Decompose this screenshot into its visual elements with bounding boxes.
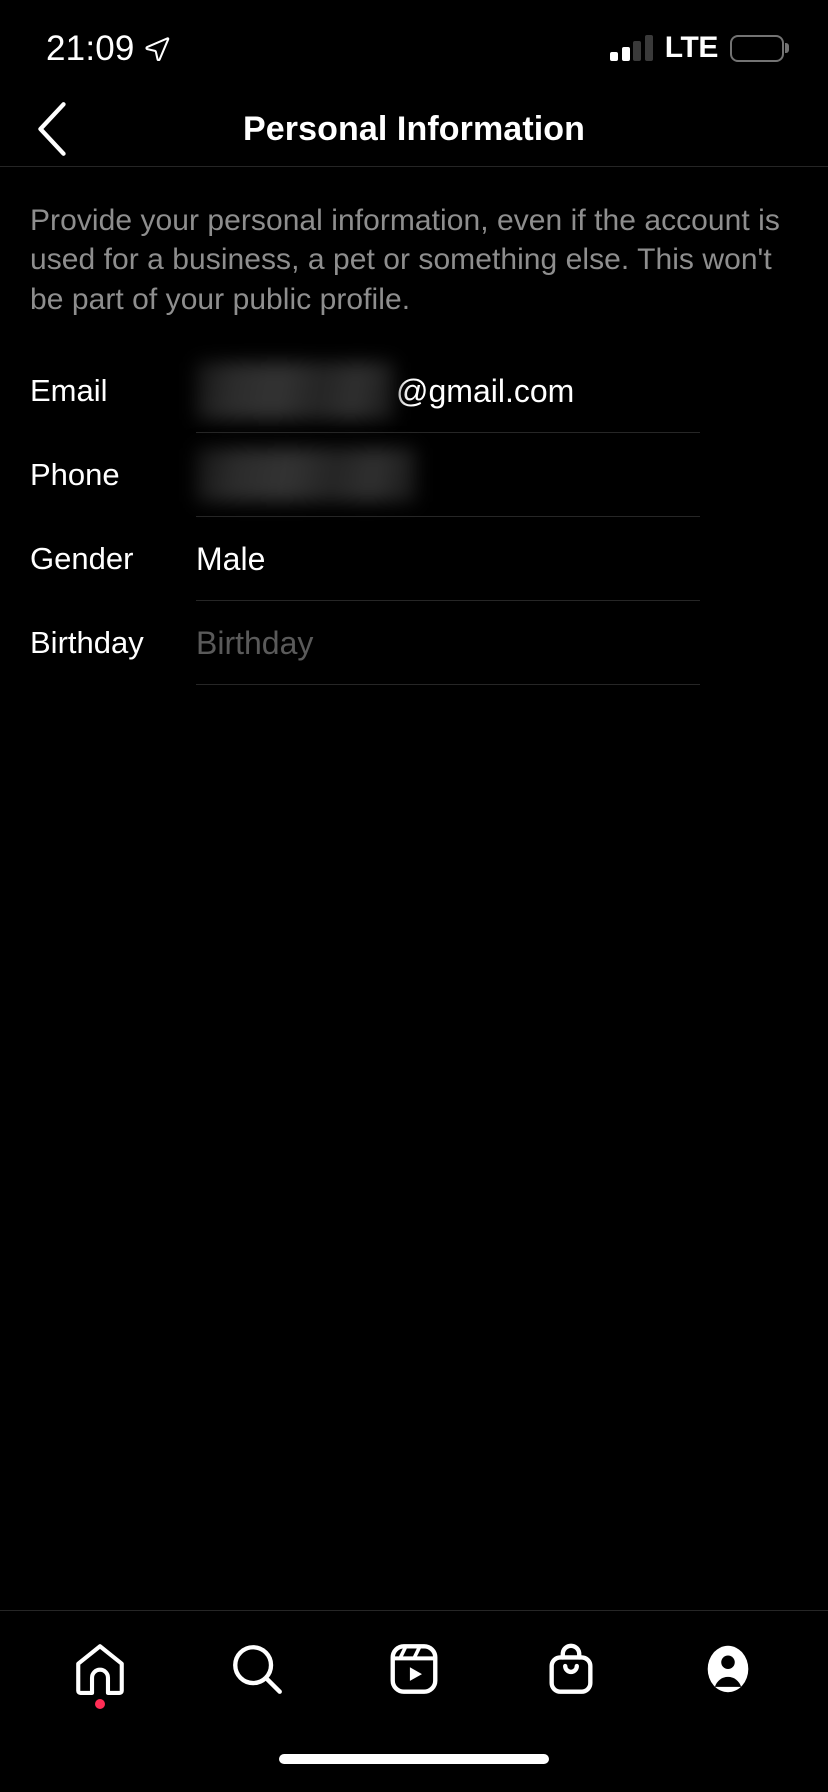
field-control-phone[interactable] [196,433,828,517]
personal-information-form: Email @gmail.com Phone Gender Male Birth… [0,349,828,685]
reels-icon [390,1643,438,1694]
battery-icon [730,34,789,62]
field-row-phone[interactable]: Phone [30,433,828,517]
location-arrow-icon [144,35,170,62]
field-value-email: @gmail.com [396,372,575,409]
status-bar: 21:09 LTE [0,0,828,92]
home-indicator-area [0,1726,828,1792]
home-notification-badge [95,1698,106,1709]
field-label-phone: Phone [30,456,120,492]
field-control-email[interactable]: @gmail.com [196,349,828,433]
field-placeholder-birthday: Birthday [196,624,314,661]
bottom-tab-bar [0,1610,828,1726]
field-control-birthday[interactable]: Birthday [196,601,828,685]
cellular-signal-icon [610,35,653,61]
field-row-email[interactable]: Email @gmail.com [30,349,828,433]
profile-avatar-icon [707,1645,748,1692]
search-icon [233,1644,283,1694]
field-label-gender: Gender [30,540,134,576]
status-bar-left: 21:09 [46,27,170,66]
phone-number-redacted [196,447,416,502]
shopping-bag-icon [549,1643,593,1694]
home-indicator[interactable] [279,1754,549,1764]
app-screen: 21:09 LTE Personal Information Provide y… [0,0,828,1792]
chevron-left-icon [38,102,66,156]
field-control-gender[interactable]: Male [196,517,828,601]
back-button[interactable] [24,101,80,157]
navigation-bar: Personal Information [0,92,828,167]
status-bar-right: LTE [610,29,789,64]
field-divider-birthday [196,683,700,685]
tab-shop[interactable] [523,1621,619,1717]
email-username-redacted [196,361,394,420]
home-icon [76,1643,125,1695]
tab-home[interactable] [52,1621,148,1717]
field-row-birthday[interactable]: Birthday Birthday [30,601,828,685]
tab-profile[interactable] [680,1621,776,1717]
tab-search[interactable] [209,1621,305,1717]
field-label-birthday: Birthday [30,624,144,660]
field-label-email: Email [30,372,108,408]
page-title: Personal Information [242,109,586,148]
field-value-gender: Male [196,540,266,577]
status-bar-clock: 21:09 [46,28,135,68]
tab-reels[interactable] [366,1621,462,1717]
field-row-gender[interactable]: Gender Male [30,517,828,601]
main-content: Provide your personal information, even … [0,167,828,1610]
carrier-label: LTE [664,31,719,64]
description-text: Provide your personal information, even … [30,204,780,316]
